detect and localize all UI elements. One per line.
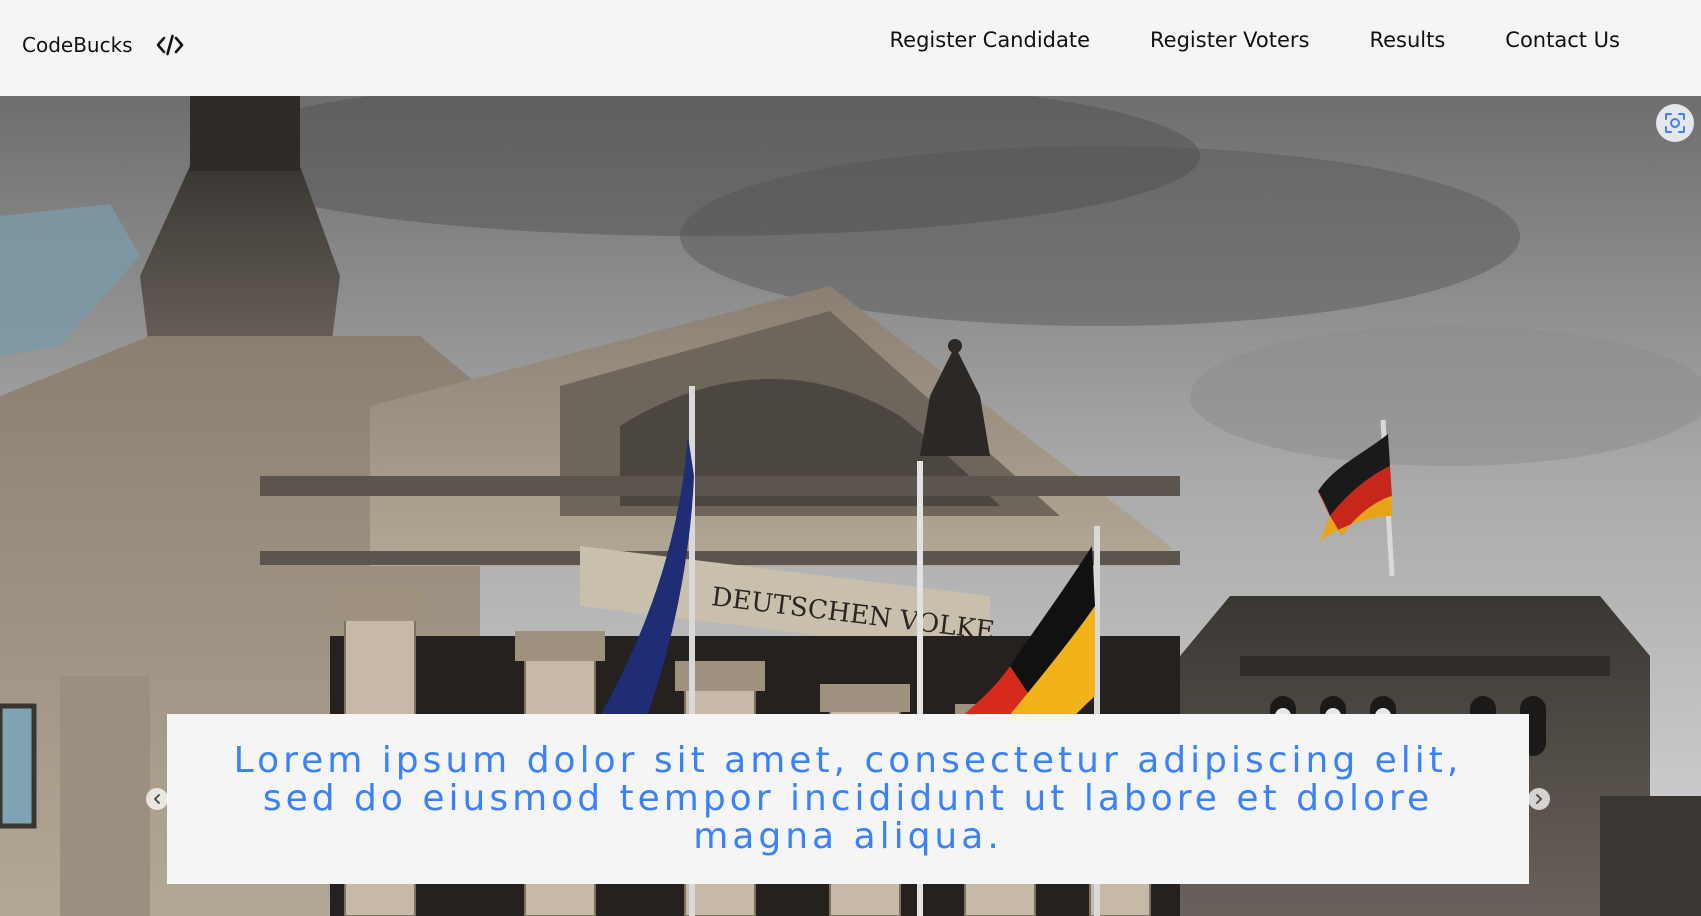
brand-name[interactable]: CodeBucks <box>22 33 133 57</box>
hero-slider: DEUTSCHEN VOLKE Lorem ipsum dolor sit am… <box>0 96 1701 916</box>
scan-button[interactable] <box>1656 104 1694 142</box>
chevron-left-icon <box>154 794 160 804</box>
navbar: CodeBucks Register Candidate Register Vo… <box>0 0 1701 96</box>
nav-contact-us[interactable]: Contact Us <box>1505 28 1620 52</box>
brand[interactable]: CodeBucks <box>22 32 185 58</box>
nav-register-voters[interactable]: Register Voters <box>1150 28 1309 52</box>
hero-caption: Lorem ipsum dolor sit amet, consectetur … <box>233 740 1463 857</box>
scan-icon <box>1665 113 1685 133</box>
main-nav: Register Candidate Register Voters Resul… <box>890 28 1620 52</box>
slider-prev-button[interactable] <box>146 788 168 810</box>
code-icon[interactable] <box>155 32 185 58</box>
chevron-right-icon <box>1536 794 1542 804</box>
caption-box: Lorem ipsum dolor sit amet, consectetur … <box>167 714 1529 884</box>
nav-results[interactable]: Results <box>1369 28 1445 52</box>
nav-register-candidate[interactable]: Register Candidate <box>890 28 1091 52</box>
slider-next-button[interactable] <box>1528 788 1550 810</box>
